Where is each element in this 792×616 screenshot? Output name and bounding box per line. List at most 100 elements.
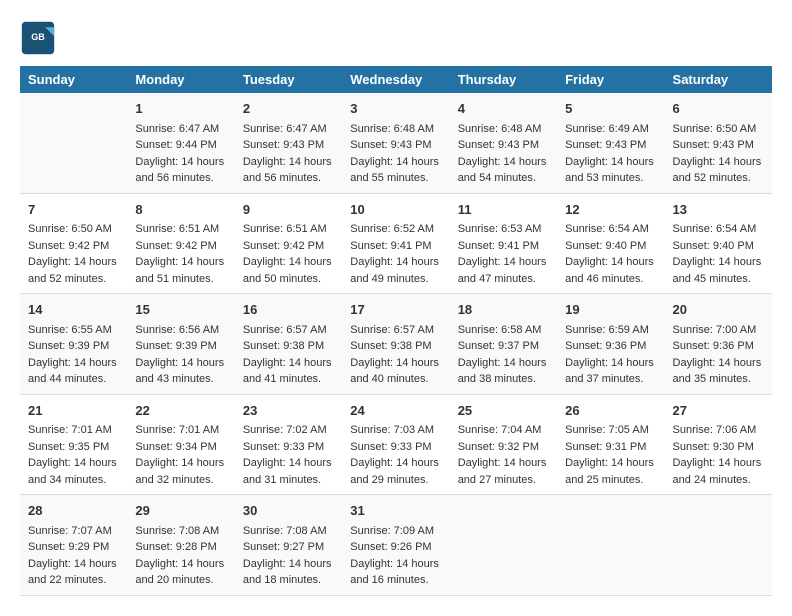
calendar-cell: 4Sunrise: 6:48 AM Sunset: 9:43 PM Daylig… <box>450 93 557 193</box>
cell-content: Sunrise: 7:04 AM Sunset: 9:32 PM Dayligh… <box>458 422 549 488</box>
day-number: 18 <box>458 300 549 320</box>
calendar-cell: 3Sunrise: 6:48 AM Sunset: 9:43 PM Daylig… <box>342 93 449 193</box>
day-number: 16 <box>243 300 334 320</box>
day-number: 23 <box>243 401 334 421</box>
calendar-cell: 13Sunrise: 6:54 AM Sunset: 9:40 PM Dayli… <box>665 193 772 294</box>
week-row-2: 7Sunrise: 6:50 AM Sunset: 9:42 PM Daylig… <box>20 193 772 294</box>
day-number: 13 <box>673 200 764 220</box>
calendar-cell: 22Sunrise: 7:01 AM Sunset: 9:34 PM Dayli… <box>127 394 234 495</box>
calendar-cell <box>557 495 664 596</box>
cell-content: Sunrise: 6:56 AM Sunset: 9:39 PM Dayligh… <box>135 322 226 388</box>
calendar-cell: 9Sunrise: 6:51 AM Sunset: 9:42 PM Daylig… <box>235 193 342 294</box>
calendar-table: SundayMondayTuesdayWednesdayThursdayFrid… <box>20 66 772 596</box>
day-number: 17 <box>350 300 441 320</box>
col-header-sunday: Sunday <box>20 66 127 93</box>
week-row-3: 14Sunrise: 6:55 AM Sunset: 9:39 PM Dayli… <box>20 294 772 395</box>
cell-content: Sunrise: 7:08 AM Sunset: 9:28 PM Dayligh… <box>135 523 226 589</box>
cell-content: Sunrise: 6:51 AM Sunset: 9:42 PM Dayligh… <box>135 221 226 287</box>
col-header-thursday: Thursday <box>450 66 557 93</box>
calendar-cell: 6Sunrise: 6:50 AM Sunset: 9:43 PM Daylig… <box>665 93 772 193</box>
cell-content: Sunrise: 6:53 AM Sunset: 9:41 PM Dayligh… <box>458 221 549 287</box>
calendar-cell: 25Sunrise: 7:04 AM Sunset: 9:32 PM Dayli… <box>450 394 557 495</box>
day-number: 28 <box>28 501 119 521</box>
cell-content: Sunrise: 6:52 AM Sunset: 9:41 PM Dayligh… <box>350 221 441 287</box>
calendar-cell <box>450 495 557 596</box>
calendar-cell: 24Sunrise: 7:03 AM Sunset: 9:33 PM Dayli… <box>342 394 449 495</box>
calendar-cell: 27Sunrise: 7:06 AM Sunset: 9:30 PM Dayli… <box>665 394 772 495</box>
calendar-cell: 11Sunrise: 6:53 AM Sunset: 9:41 PM Dayli… <box>450 193 557 294</box>
day-number: 19 <box>565 300 656 320</box>
cell-content: Sunrise: 7:03 AM Sunset: 9:33 PM Dayligh… <box>350 422 441 488</box>
day-number: 14 <box>28 300 119 320</box>
cell-content: Sunrise: 7:08 AM Sunset: 9:27 PM Dayligh… <box>243 523 334 589</box>
calendar-cell: 16Sunrise: 6:57 AM Sunset: 9:38 PM Dayli… <box>235 294 342 395</box>
day-number: 26 <box>565 401 656 421</box>
cell-content: Sunrise: 6:47 AM Sunset: 9:44 PM Dayligh… <box>135 121 226 187</box>
day-number: 1 <box>135 99 226 119</box>
calendar-cell: 23Sunrise: 7:02 AM Sunset: 9:33 PM Dayli… <box>235 394 342 495</box>
cell-content: Sunrise: 7:00 AM Sunset: 9:36 PM Dayligh… <box>673 322 764 388</box>
day-number: 4 <box>458 99 549 119</box>
day-number: 22 <box>135 401 226 421</box>
day-number: 24 <box>350 401 441 421</box>
day-number: 9 <box>243 200 334 220</box>
cell-content: Sunrise: 6:58 AM Sunset: 9:37 PM Dayligh… <box>458 322 549 388</box>
col-header-wednesday: Wednesday <box>342 66 449 93</box>
calendar-cell <box>20 93 127 193</box>
week-row-5: 28Sunrise: 7:07 AM Sunset: 9:29 PM Dayli… <box>20 495 772 596</box>
cell-content: Sunrise: 7:09 AM Sunset: 9:26 PM Dayligh… <box>350 523 441 589</box>
calendar-cell: 18Sunrise: 6:58 AM Sunset: 9:37 PM Dayli… <box>450 294 557 395</box>
calendar-cell: 15Sunrise: 6:56 AM Sunset: 9:39 PM Dayli… <box>127 294 234 395</box>
cell-content: Sunrise: 6:51 AM Sunset: 9:42 PM Dayligh… <box>243 221 334 287</box>
calendar-cell: 26Sunrise: 7:05 AM Sunset: 9:31 PM Dayli… <box>557 394 664 495</box>
cell-content: Sunrise: 7:01 AM Sunset: 9:34 PM Dayligh… <box>135 422 226 488</box>
cell-content: Sunrise: 7:02 AM Sunset: 9:33 PM Dayligh… <box>243 422 334 488</box>
week-row-1: 1Sunrise: 6:47 AM Sunset: 9:44 PM Daylig… <box>20 93 772 193</box>
col-header-friday: Friday <box>557 66 664 93</box>
calendar-cell: 8Sunrise: 6:51 AM Sunset: 9:42 PM Daylig… <box>127 193 234 294</box>
cell-content: Sunrise: 6:50 AM Sunset: 9:42 PM Dayligh… <box>28 221 119 287</box>
day-number: 15 <box>135 300 226 320</box>
cell-content: Sunrise: 7:05 AM Sunset: 9:31 PM Dayligh… <box>565 422 656 488</box>
logo-icon: GB <box>20 20 56 56</box>
day-number: 2 <box>243 99 334 119</box>
cell-content: Sunrise: 6:59 AM Sunset: 9:36 PM Dayligh… <box>565 322 656 388</box>
cell-content: Sunrise: 6:55 AM Sunset: 9:39 PM Dayligh… <box>28 322 119 388</box>
day-number: 29 <box>135 501 226 521</box>
week-row-4: 21Sunrise: 7:01 AM Sunset: 9:35 PM Dayli… <box>20 394 772 495</box>
day-number: 6 <box>673 99 764 119</box>
cell-content: Sunrise: 7:01 AM Sunset: 9:35 PM Dayligh… <box>28 422 119 488</box>
day-number: 31 <box>350 501 441 521</box>
calendar-cell <box>665 495 772 596</box>
day-number: 21 <box>28 401 119 421</box>
day-number: 30 <box>243 501 334 521</box>
calendar-cell: 7Sunrise: 6:50 AM Sunset: 9:42 PM Daylig… <box>20 193 127 294</box>
calendar-cell: 28Sunrise: 7:07 AM Sunset: 9:29 PM Dayli… <box>20 495 127 596</box>
calendar-cell: 31Sunrise: 7:09 AM Sunset: 9:26 PM Dayli… <box>342 495 449 596</box>
day-number: 5 <box>565 99 656 119</box>
cell-content: Sunrise: 7:06 AM Sunset: 9:30 PM Dayligh… <box>673 422 764 488</box>
calendar-cell: 5Sunrise: 6:49 AM Sunset: 9:43 PM Daylig… <box>557 93 664 193</box>
svg-text:GB: GB <box>31 32 45 42</box>
col-header-tuesday: Tuesday <box>235 66 342 93</box>
calendar-cell: 29Sunrise: 7:08 AM Sunset: 9:28 PM Dayli… <box>127 495 234 596</box>
col-header-saturday: Saturday <box>665 66 772 93</box>
cell-content: Sunrise: 6:57 AM Sunset: 9:38 PM Dayligh… <box>243 322 334 388</box>
calendar-cell: 14Sunrise: 6:55 AM Sunset: 9:39 PM Dayli… <box>20 294 127 395</box>
day-number: 10 <box>350 200 441 220</box>
day-number: 27 <box>673 401 764 421</box>
day-number: 11 <box>458 200 549 220</box>
calendar-cell: 20Sunrise: 7:00 AM Sunset: 9:36 PM Dayli… <box>665 294 772 395</box>
calendar-cell: 1Sunrise: 6:47 AM Sunset: 9:44 PM Daylig… <box>127 93 234 193</box>
day-number: 25 <box>458 401 549 421</box>
col-header-monday: Monday <box>127 66 234 93</box>
logo: GB <box>20 20 60 56</box>
day-number: 3 <box>350 99 441 119</box>
header-row: SundayMondayTuesdayWednesdayThursdayFrid… <box>20 66 772 93</box>
calendar-cell: 21Sunrise: 7:01 AM Sunset: 9:35 PM Dayli… <box>20 394 127 495</box>
day-number: 20 <box>673 300 764 320</box>
calendar-cell: 19Sunrise: 6:59 AM Sunset: 9:36 PM Dayli… <box>557 294 664 395</box>
calendar-cell: 30Sunrise: 7:08 AM Sunset: 9:27 PM Dayli… <box>235 495 342 596</box>
calendar-cell: 12Sunrise: 6:54 AM Sunset: 9:40 PM Dayli… <box>557 193 664 294</box>
page-header: GB <box>20 20 772 56</box>
